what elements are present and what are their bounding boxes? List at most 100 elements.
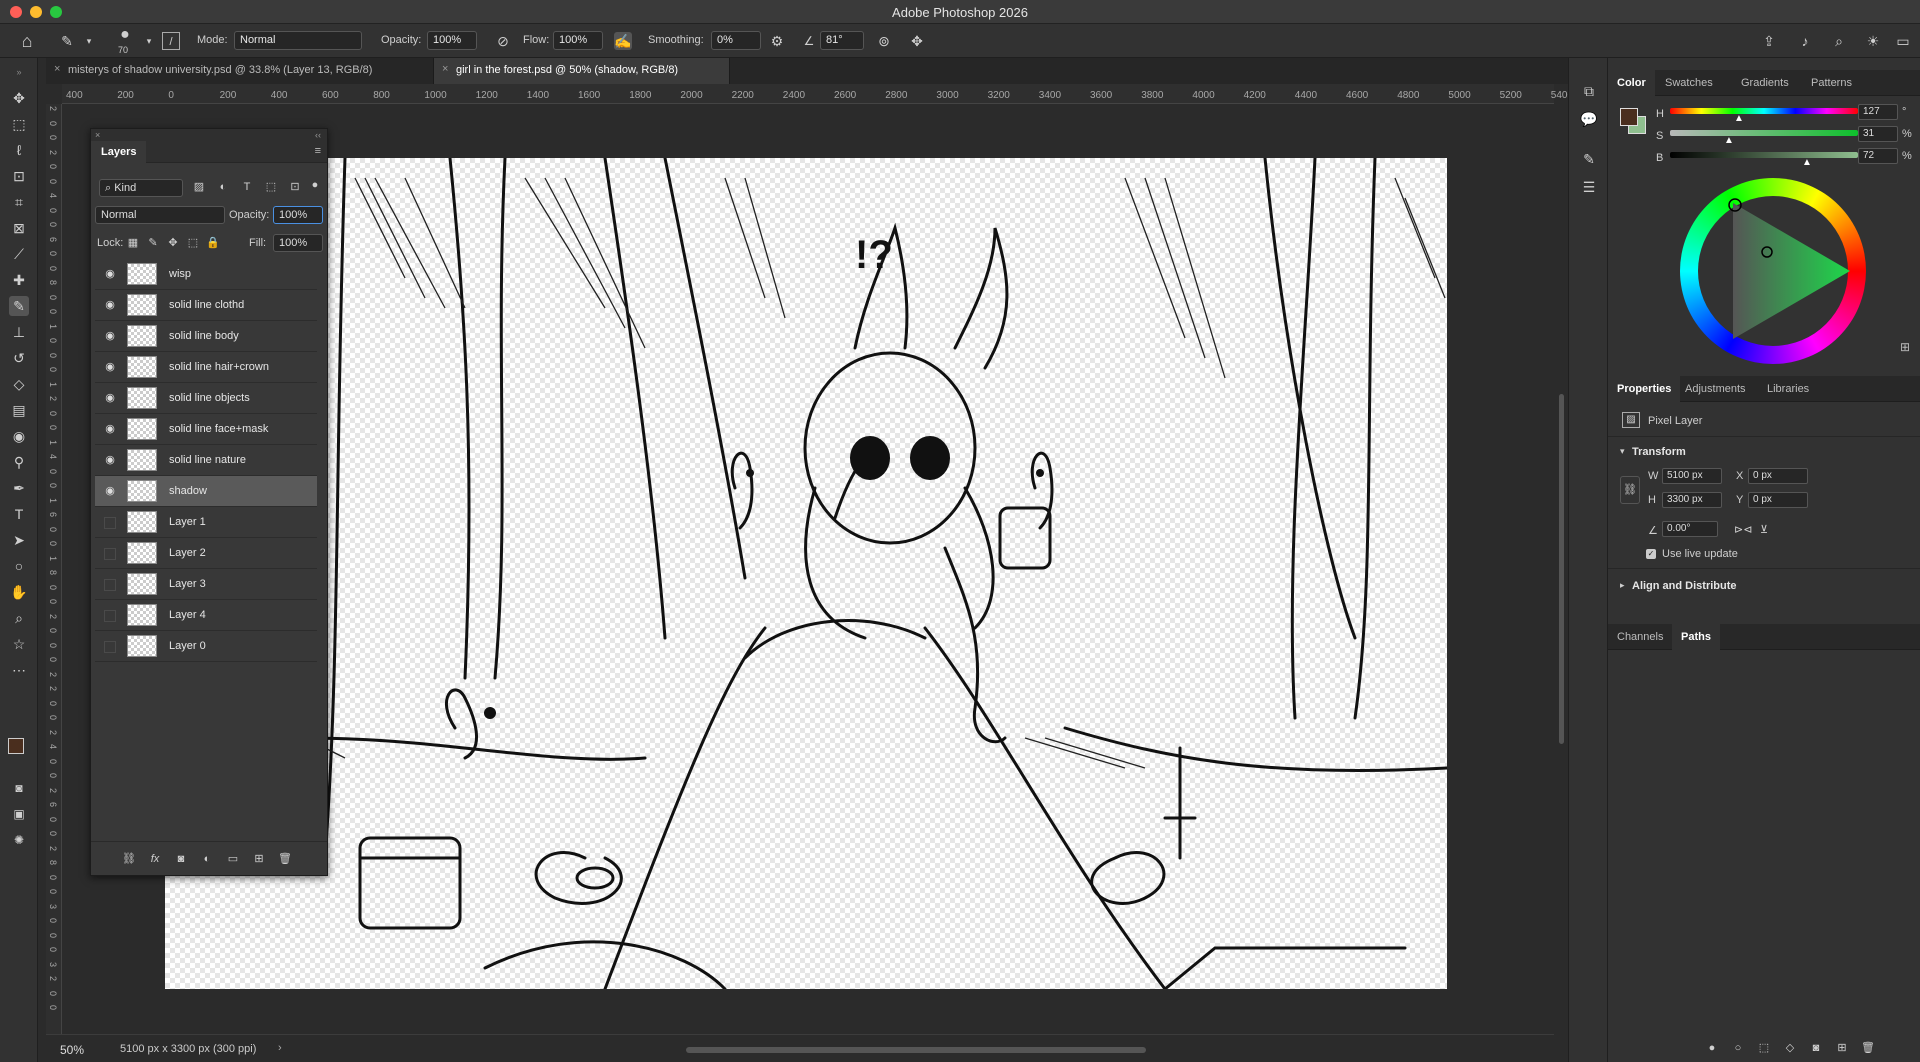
- flip-vertical-icon[interactable]: ⊻: [1760, 523, 1768, 536]
- eraser-tool-icon[interactable]: ◇: [9, 374, 29, 394]
- filter-toggle-icon[interactable]: ●: [307, 177, 323, 193]
- tab-girl-in-the-forest[interactable]: × girl in the forest.psd @ 50% (shadow, …: [434, 58, 730, 84]
- new-adjustment-layer-icon[interactable]: ◐: [199, 851, 215, 867]
- eye-icon[interactable]: ◉: [103, 485, 117, 497]
- eye-icon[interactable]: ◉: [103, 454, 117, 466]
- clone-stamp-tool-icon[interactable]: ⊥: [9, 322, 29, 342]
- live-update-checkbox[interactable]: ✓: [1646, 549, 1656, 559]
- brush-settings-icon[interactable]: /: [162, 32, 180, 50]
- generative-icon[interactable]: ✺: [9, 830, 29, 850]
- tab-adjustments[interactable]: Adjustments: [1676, 376, 1755, 402]
- add-swatch-icon[interactable]: ⊞: [1900, 340, 1910, 354]
- more-tools-icon[interactable]: ⋯: [9, 660, 29, 680]
- make-work-path-icon[interactable]: ◇: [1782, 1040, 1798, 1056]
- stroke-path-icon[interactable]: ○: [1730, 1040, 1746, 1056]
- brightness-input[interactable]: 72: [1858, 148, 1898, 164]
- crop-tool-icon[interactable]: ⌗: [9, 192, 29, 212]
- brush-tool-icon[interactable]: ✎: [9, 296, 29, 316]
- tab-properties[interactable]: Properties: [1608, 376, 1681, 402]
- visibility-toggle[interactable]: [104, 579, 116, 591]
- layer-row[interactable]: ◉ solid line hair+crown: [95, 352, 317, 383]
- zoom-level[interactable]: 50%: [60, 1043, 84, 1057]
- adjustments-sliders-icon[interactable]: ☰: [1577, 176, 1601, 198]
- hue-slider[interactable]: [1670, 108, 1858, 114]
- filter-kind-select[interactable]: ⌕ Kind: [99, 179, 183, 197]
- workspace-layout-icon[interactable]: ▭: [1894, 32, 1912, 50]
- lock-all-icon[interactable]: 🔒: [205, 235, 221, 251]
- layer-row[interactable]: Layer 2: [95, 538, 317, 569]
- chevron-right-icon[interactable]: ›: [278, 1042, 282, 1054]
- close-tab-icon[interactable]: ×: [54, 63, 60, 75]
- tab-patterns[interactable]: Patterns: [1802, 70, 1861, 96]
- chevron-down-icon[interactable]: ▾: [1620, 446, 1625, 457]
- load-selection-icon[interactable]: ⬚: [1756, 1040, 1772, 1056]
- type-tool-icon[interactable]: T: [9, 504, 29, 524]
- rotation-angle-input[interactable]: 0.00°: [1662, 521, 1718, 537]
- hue-slider-handle[interactable]: ▲: [1734, 113, 1744, 124]
- add-mask-icon[interactable]: ◙: [173, 851, 189, 867]
- layer-row[interactable]: Layer 1: [95, 507, 317, 538]
- brightness-slider-handle[interactable]: ▲: [1802, 157, 1812, 168]
- lock-image-pixels-icon[interactable]: ✎: [145, 235, 161, 251]
- brush-size-icon[interactable]: ●: [116, 26, 134, 44]
- layer-row[interactable]: Layer 3: [95, 569, 317, 600]
- foreground-color-chip[interactable]: [1620, 108, 1638, 126]
- fill-path-icon[interactable]: ●: [1704, 1040, 1720, 1056]
- marquee-tool-icon[interactable]: ⬚: [9, 114, 29, 134]
- visibility-toggle[interactable]: [104, 610, 116, 622]
- visibility-toggle[interactable]: [104, 548, 116, 560]
- lock-transparent-pixels-icon[interactable]: ▦: [125, 235, 141, 251]
- eyedropper-tool-icon[interactable]: ⟋: [9, 244, 29, 264]
- horizontal-scroll-thumb[interactable]: [686, 1047, 1146, 1053]
- frame-tool-icon[interactable]: ⊠: [9, 218, 29, 238]
- lock-artboard-icon[interactable]: ⬚: [185, 235, 201, 251]
- eye-icon[interactable]: ◉: [103, 330, 117, 342]
- discover-lightbulb-icon[interactable]: ☀: [1864, 32, 1882, 50]
- filter-smart-object-icon[interactable]: ⊡: [287, 179, 303, 195]
- x-input[interactable]: 0 px: [1748, 468, 1808, 484]
- fx-icon[interactable]: fx: [147, 851, 163, 867]
- tab-paths[interactable]: Paths: [1672, 624, 1720, 650]
- pen-tool-icon[interactable]: ✒: [9, 478, 29, 498]
- eye-icon[interactable]: ◉: [103, 361, 117, 373]
- flow-input[interactable]: 100%: [553, 31, 603, 50]
- symmetry-butterfly-icon[interactable]: ✥: [908, 32, 926, 50]
- blur-tool-icon[interactable]: ◉: [9, 426, 29, 446]
- eye-icon[interactable]: ◉: [103, 392, 117, 404]
- eye-icon[interactable]: ◉: [103, 423, 117, 435]
- smoothing-settings-gear-icon[interactable]: ⚙: [768, 32, 786, 50]
- lasso-tool-icon[interactable]: ℓ: [9, 140, 29, 160]
- search-icon[interactable]: ⌕: [1830, 32, 1848, 50]
- tab-channels[interactable]: Channels: [1608, 624, 1672, 650]
- home-icon[interactable]: ⌂: [18, 32, 36, 50]
- visibility-toggle[interactable]: [104, 517, 116, 529]
- smoothing-input[interactable]: 0%: [711, 31, 761, 50]
- comments-panel-icon[interactable]: 💬: [1577, 108, 1601, 130]
- link-layers-icon[interactable]: ⛓: [121, 851, 137, 867]
- move-tool-icon[interactable]: ✥: [9, 88, 29, 108]
- y-input[interactable]: 0 px: [1748, 492, 1808, 508]
- color-wheel[interactable]: [1680, 178, 1866, 364]
- filter-pixel-icon[interactable]: ▨: [191, 179, 207, 195]
- saturation-slider-handle[interactable]: ▲: [1724, 135, 1734, 146]
- layer-row[interactable]: ◉ solid line clothd: [95, 290, 317, 321]
- visibility-toggle[interactable]: [104, 641, 116, 653]
- dodge-tool-icon[interactable]: ⚲: [9, 452, 29, 472]
- document-canvas[interactable]: !?: [165, 158, 1447, 989]
- panel-menu-icon[interactable]: ≡: [315, 145, 321, 157]
- eye-icon[interactable]: ◉: [103, 268, 117, 280]
- height-input[interactable]: 3300 px: [1662, 492, 1722, 508]
- filter-shape-icon[interactable]: ⬚: [263, 179, 279, 195]
- layer-row[interactable]: ◉ solid line objects: [95, 383, 317, 414]
- quick-mask-icon[interactable]: ◙: [9, 778, 29, 798]
- layer-opacity-input[interactable]: 100%: [273, 206, 323, 224]
- history-brush-tool-icon[interactable]: ↺: [9, 348, 29, 368]
- new-group-icon[interactable]: ▭: [225, 851, 241, 867]
- blend-mode-select[interactable]: Normal: [95, 206, 225, 224]
- new-path-icon[interactable]: ⊞: [1834, 1040, 1850, 1056]
- eye-icon[interactable]: ◉: [103, 299, 117, 311]
- fill-input[interactable]: 100%: [273, 234, 323, 252]
- scroll-thumb[interactable]: [1559, 394, 1564, 744]
- saturation-input[interactable]: 31: [1858, 126, 1898, 142]
- lock-position-icon[interactable]: ✥: [165, 235, 181, 251]
